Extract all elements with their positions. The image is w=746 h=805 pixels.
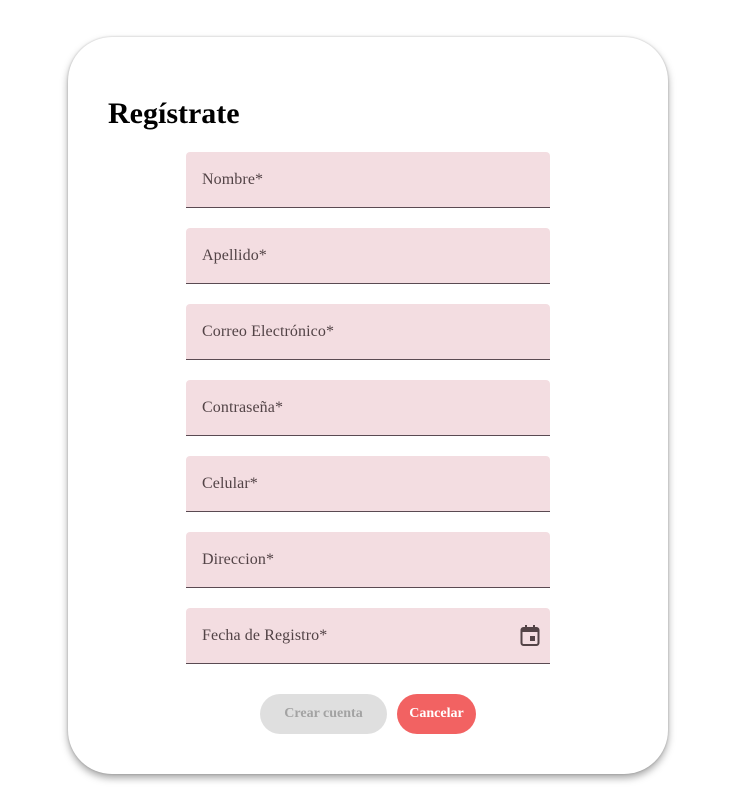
registration-card: Regístrate Nombre* Apellido* Correo Elec… bbox=[68, 37, 668, 774]
calendar-icon[interactable] bbox=[520, 625, 540, 647]
password-input[interactable] bbox=[186, 380, 550, 435]
page-title: Regístrate bbox=[108, 97, 240, 130]
cancel-button[interactable]: Cancelar bbox=[397, 694, 476, 734]
nombre-field[interactable]: Nombre* bbox=[186, 152, 550, 208]
email-input[interactable] bbox=[186, 304, 550, 359]
nombre-input[interactable] bbox=[186, 152, 550, 207]
direccion-input[interactable] bbox=[186, 532, 550, 587]
celular-field[interactable]: Celular* bbox=[186, 456, 550, 512]
password-field[interactable]: Contraseña* bbox=[186, 380, 550, 436]
fecha-registro-input[interactable] bbox=[186, 608, 550, 663]
form-actions: Crear cuenta Cancelar bbox=[260, 694, 476, 734]
form-fields: Nombre* Apellido* Correo Electrónico* Co… bbox=[186, 152, 550, 684]
direccion-field[interactable]: Direccion* bbox=[186, 532, 550, 588]
apellido-input[interactable] bbox=[186, 228, 550, 283]
apellido-field[interactable]: Apellido* bbox=[186, 228, 550, 284]
fecha-registro-field[interactable]: Fecha de Registro* bbox=[186, 608, 550, 664]
email-field[interactable]: Correo Electrónico* bbox=[186, 304, 550, 360]
celular-input[interactable] bbox=[186, 456, 550, 511]
create-account-button[interactable]: Crear cuenta bbox=[260, 694, 387, 734]
